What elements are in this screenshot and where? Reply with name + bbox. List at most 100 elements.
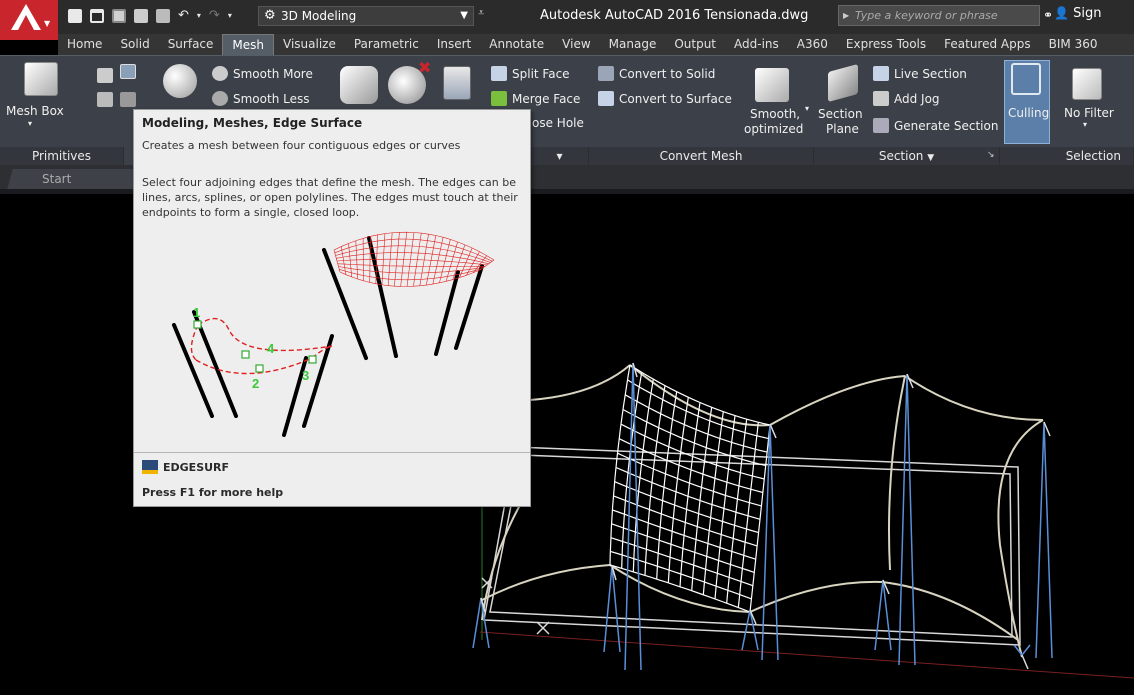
mesh-box-button[interactable]: Mesh Box (6, 104, 64, 118)
panel-selection[interactable]: Selection (1000, 147, 1134, 166)
tab-add-ins[interactable]: Add-ins (725, 34, 788, 55)
support-pole (1035, 421, 1053, 659)
mesh-line (609, 564, 751, 613)
live-section-button[interactable]: Live Section (873, 66, 967, 81)
tab-home[interactable]: Home (58, 34, 111, 55)
generate-section-icon (873, 118, 889, 133)
mesh-line (609, 364, 631, 566)
edge-surface-illustration: 1 2 3 4 (172, 231, 495, 437)
open-file-icon[interactable] (90, 9, 104, 23)
smooth-optimized-icon[interactable] (755, 68, 789, 102)
edgesurf-command-icon (142, 460, 158, 474)
split-face-icon (491, 66, 507, 81)
membrane-edges (481, 364, 1044, 658)
edge-label-2: 2 (252, 376, 259, 391)
remove-crease-icon[interactable]: ✖ (418, 58, 431, 77)
smooth-less-icon (212, 91, 228, 106)
refine-mesh-icon[interactable] (340, 66, 378, 104)
culling-label: Culling (1008, 106, 1050, 120)
sign-in-label: Sign (1073, 6, 1102, 21)
search-placeholder: Type a keyword or phrase (855, 9, 998, 22)
merge-face-button[interactable]: Merge Face (491, 91, 580, 106)
mesh-line (737, 422, 759, 608)
close-hole-button[interactable]: ose Hole (532, 116, 584, 130)
new-file-icon[interactable] (68, 9, 82, 23)
section-plane-label-1[interactable]: Section (818, 107, 863, 121)
tab-a360[interactable]: A360 (788, 34, 837, 55)
sign-in-button[interactable]: 👤 Sign (1054, 6, 1101, 21)
add-jog-label: Add Jog (894, 91, 940, 106)
tab-view[interactable]: View (553, 34, 599, 55)
save-icon[interactable] (112, 9, 126, 23)
tab-insert[interactable]: Insert (428, 34, 480, 55)
panel-primitives[interactable]: Primitives (0, 147, 124, 166)
split-face-label: Split Face (512, 66, 570, 81)
search-input[interactable]: ▶ Type a keyword or phrase (838, 5, 1040, 26)
print-icon[interactable] (156, 9, 170, 23)
window-title: Autodesk AutoCAD 2016 Tensionada.dwg (540, 8, 809, 23)
section-plane-icon[interactable] (828, 63, 858, 103)
support-pole (624, 362, 642, 671)
mesh-line (726, 419, 748, 604)
tab-express-tools[interactable]: Express Tools (837, 34, 935, 55)
merge-face-icon (491, 91, 507, 106)
edge-label-1: 1 (193, 305, 200, 320)
convert-to-surface-button[interactable]: Convert to Surface (598, 91, 732, 106)
application-menu-button[interactable]: ▼ (0, 0, 58, 40)
add-jog-button[interactable]: Add Jog (873, 91, 940, 106)
support-pole (741, 609, 759, 651)
dialog-launcher-icon[interactable]: ↘ (987, 150, 995, 160)
tab-mesh[interactable]: Mesh (222, 34, 274, 55)
mesh-box-icon[interactable] (24, 62, 58, 96)
redo-icon[interactable]: ↷ (209, 9, 220, 23)
tab-output[interactable]: Output (665, 34, 725, 55)
smooth-more-button[interactable]: Smooth More (212, 66, 313, 81)
no-filter-label[interactable]: No Filter (1064, 106, 1114, 120)
section-plane-label-2[interactable]: Plane (826, 122, 859, 136)
customize-qat-icon[interactable]: ⩡ (478, 6, 484, 20)
smooth-less-button[interactable]: Smooth Less (212, 91, 309, 106)
tooltip-help: Press F1 for more help (142, 486, 284, 499)
undo-dropdown-icon[interactable]: ▾ (197, 9, 201, 23)
tab-annotate[interactable]: Annotate (480, 34, 553, 55)
edge-surface-icon[interactable] (120, 64, 136, 79)
panel-mesh-edit-dropdown[interactable]: ▾ (531, 147, 589, 166)
mesh-cylinder-icon[interactable] (97, 68, 113, 83)
tab-parametric[interactable]: Parametric (345, 34, 428, 55)
tooltip-command: EDGESURF (142, 460, 229, 474)
undo-icon[interactable]: ↶ (178, 9, 189, 23)
chevron-down-icon[interactable]: ▾ (805, 104, 809, 113)
chevron-down-icon[interactable]: ▾ (28, 119, 32, 128)
binoculars-icon[interactable]: ⚭ (1043, 8, 1053, 22)
tab-bim-360[interactable]: BIM 360 (1040, 34, 1107, 55)
tab-featured-apps[interactable]: Featured Apps (935, 34, 1039, 55)
panel-section[interactable]: Section ▼ (814, 147, 1000, 166)
support-pole (898, 373, 916, 666)
tab-visualize[interactable]: Visualize (274, 34, 345, 55)
convert-to-solid-button[interactable]: Convert to Solid (598, 66, 715, 81)
chevron-down-icon: ▼ (927, 153, 935, 163)
workspace-label: 3D Modeling (281, 9, 357, 23)
revolved-surface-icon[interactable] (97, 92, 113, 107)
save-as-icon[interactable] (134, 9, 148, 23)
panel-convert-mesh[interactable]: Convert Mesh (589, 147, 814, 166)
redo-dropdown-icon[interactable]: ▾ (228, 9, 232, 23)
tab-manage[interactable]: Manage (600, 34, 666, 55)
workspace-selector[interactable]: ⚙ 3D Modeling ▼ (258, 6, 474, 26)
generate-section-button[interactable]: Generate Section (873, 118, 998, 133)
smooth-object-icon[interactable] (163, 64, 197, 98)
tab-surface[interactable]: Surface (159, 34, 223, 55)
split-face-button[interactable]: Split Face (491, 66, 570, 81)
chevron-down-icon[interactable]: ▾ (1083, 120, 1087, 129)
ruled-surface-icon[interactable] (120, 92, 136, 107)
extrude-face-icon[interactable] (443, 66, 471, 100)
tooltip-description: Select four adjoining edges that define … (142, 176, 518, 219)
no-filter-icon[interactable] (1072, 68, 1102, 100)
tab-solid[interactable]: Solid (111, 34, 158, 55)
command-tooltip: Modeling, Meshes, Edge Surface Creates a… (133, 109, 531, 507)
smooth-optimized-label-1[interactable]: Smooth, (750, 107, 800, 121)
smooth-optimized-label-2[interactable]: optimized (744, 122, 803, 136)
smooth-less-label: Smooth Less (233, 91, 310, 106)
tab-start[interactable]: Start (7, 169, 143, 189)
convert-to-surface-icon (598, 91, 614, 106)
